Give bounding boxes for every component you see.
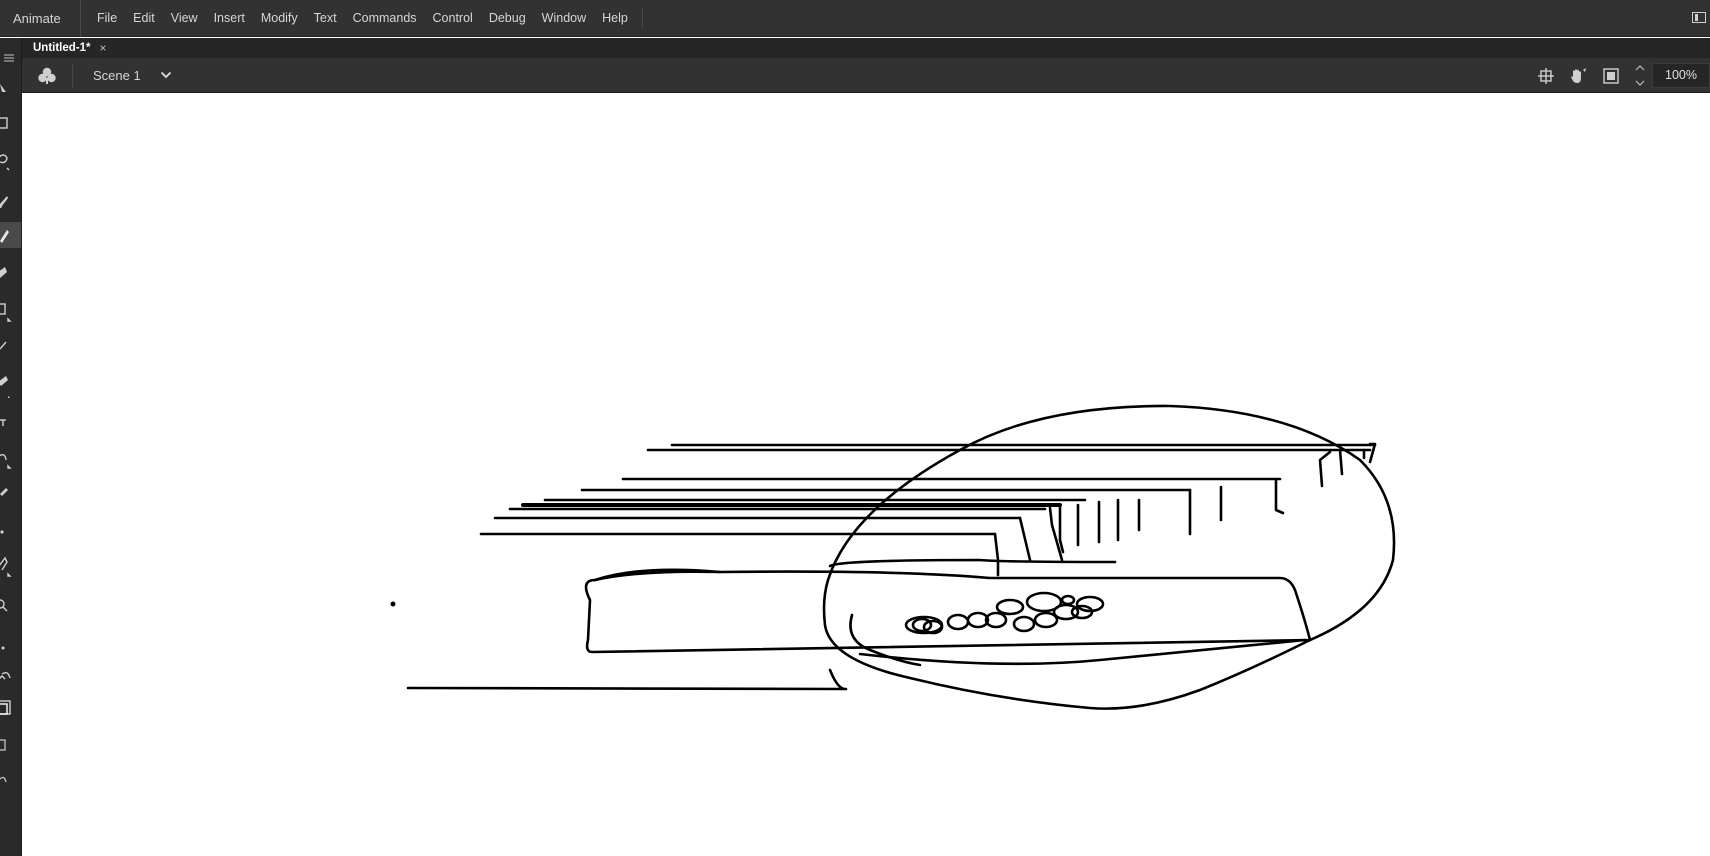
edit-bar: Scene 1 100% — [22, 58, 1710, 93]
menu-help[interactable]: Help — [594, 8, 636, 28]
stroke-dot — [390, 601, 396, 607]
brush-tool-icon[interactable] — [0, 196, 8, 208]
stroke-hook — [1274, 478, 1285, 515]
stroke-hook — [1368, 442, 1377, 464]
stroke-scribble — [995, 598, 1025, 616]
hand-tool-icon[interactable] — [1568, 66, 1588, 86]
stage-canvas[interactable] — [23, 94, 1710, 856]
menu-bar: Animate File Edit View Insert Modify Tex… — [0, 0, 1710, 37]
paint-bucket-tool-icon[interactable] — [0, 267, 7, 278]
pen-tool-icon[interactable] — [0, 376, 10, 398]
zoom-stepper-icon[interactable] — [1633, 62, 1647, 89]
tools-panel — [0, 38, 22, 856]
rectangle-tool-icon[interactable] — [0, 303, 12, 322]
zoom-level-field[interactable]: 100% — [1652, 63, 1710, 88]
app-name: Animate — [0, 0, 81, 37]
panel-menu-icon[interactable] — [4, 54, 14, 62]
swap-colors-icon[interactable] — [0, 671, 11, 680]
hand-tool-icon[interactable] — [0, 599, 8, 612]
menu-commands[interactable]: Commands — [345, 8, 425, 28]
document-tab[interactable]: Untitled-1* × — [22, 38, 117, 58]
document-tab-title: Untitled-1* — [33, 42, 91, 54]
selection-tool-icon[interactable] — [0, 84, 6, 92]
stroke-scribble — [946, 613, 970, 631]
stroke-hook — [1058, 503, 1065, 554]
menu-control[interactable]: Control — [425, 8, 481, 28]
document-tab-strip: Untitled-1* × — [22, 38, 1710, 58]
stroke-hook — [1018, 516, 1032, 562]
menu-debug[interactable]: Debug — [481, 8, 534, 28]
bone-tool-icon[interactable] — [0, 453, 12, 469]
menu-file[interactable]: File — [89, 8, 125, 28]
pencil-tool-icon[interactable] — [0, 222, 21, 248]
stroke-box — [593, 568, 722, 582]
menu-insert[interactable]: Insert — [206, 8, 253, 28]
menu-edit[interactable]: Edit — [125, 8, 163, 28]
workspace-layout-icon[interactable] — [1692, 12, 1706, 23]
menu-view[interactable]: View — [163, 8, 206, 28]
close-tab-icon[interactable]: × — [100, 41, 107, 55]
snap-to-objects-icon[interactable] — [0, 776, 7, 783]
divider — [72, 64, 73, 88]
menu-text[interactable]: Text — [306, 8, 345, 28]
stroke-hook — [1318, 450, 1332, 488]
fill-color-icon[interactable] — [0, 700, 11, 715]
scene-name[interactable]: Scene 1 — [93, 68, 141, 83]
width-tool-icon[interactable] — [0, 556, 12, 577]
eyedropper-tool-icon[interactable] — [0, 488, 8, 496]
stroke-color-icon[interactable] — [1, 646, 5, 650]
line-tool-icon[interactable] — [0, 341, 7, 350]
drawing — [390, 404, 1396, 710]
stroke-scribble — [1012, 615, 1036, 633]
stroke-box — [584, 570, 1312, 654]
stroke-tray — [828, 558, 1117, 568]
menu-window[interactable]: Window — [534, 8, 594, 28]
stroke-hook — [993, 532, 1000, 577]
free-transform-tool-icon[interactable] — [0, 117, 8, 129]
snap-icon[interactable] — [1536, 66, 1556, 86]
stroke-base — [406, 668, 848, 691]
scene-dropdown-icon[interactable] — [158, 67, 174, 83]
edit-symbols-icon[interactable] — [36, 65, 58, 87]
menu-modify[interactable]: Modify — [253, 8, 306, 28]
main-menu: File Edit View Insert Modify Text Comman… — [89, 8, 643, 28]
clip-canvas-icon[interactable] — [1601, 66, 1621, 86]
lasso-tool-icon[interactable] — [0, 154, 10, 171]
eraser-tool-icon[interactable] — [0, 530, 4, 534]
object-drawing-icon[interactable] — [0, 739, 6, 751]
stroke-scribble — [1060, 594, 1076, 606]
text-tool-icon[interactable] — [0, 419, 6, 426]
stroke-hook — [1338, 448, 1344, 476]
